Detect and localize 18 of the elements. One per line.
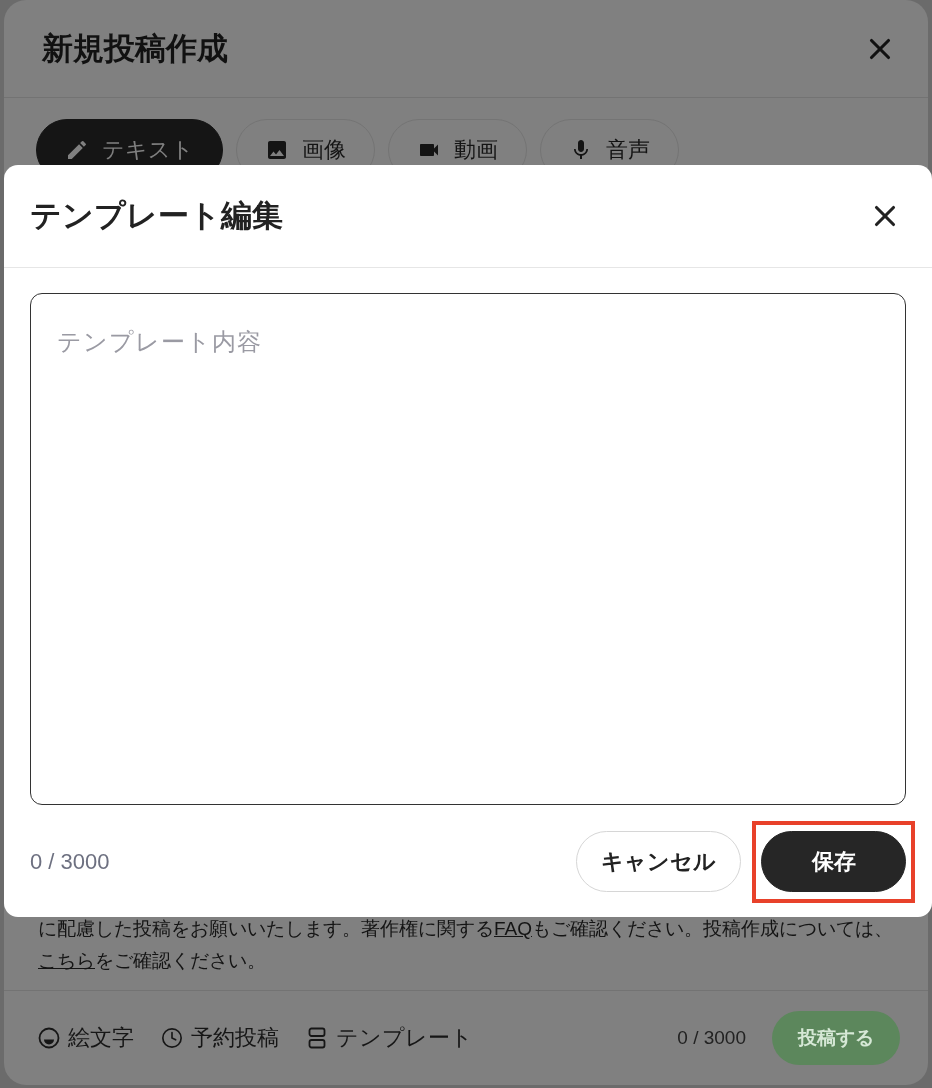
dialog-title: テンプレート編集 <box>30 197 283 235</box>
notice-text: に配慮した投稿をお願いいたします。著作権に関するFAQ もご確認ください。投稿作成については、 こちら をご確認ください。 <box>37 917 894 973</box>
notice-link[interactable]: こちら <box>38 950 95 971</box>
character-counter: 0 / 3000 <box>677 1027 746 1049</box>
emoji-icon <box>38 1027 60 1049</box>
toolbar-button[interactable]: 予約投稿 <box>161 1023 279 1053</box>
image-icon <box>265 138 289 162</box>
pencil-icon <box>65 138 89 162</box>
character-counter: 0 / 3000 <box>30 848 110 875</box>
toolbar-button[interactable]: 絵文字 <box>38 1023 134 1053</box>
save-button[interactable]: 保存 <box>761 831 906 892</box>
clock-icon <box>161 1027 183 1049</box>
toolbar-button[interactable]: テンプレート <box>306 1023 473 1053</box>
notice-link[interactable]: FAQ <box>494 918 532 939</box>
template-content-field[interactable]: テンプレート内容 <box>30 293 906 805</box>
rows-icon <box>306 1027 328 1049</box>
dialog-title: 新規投稿作成 <box>42 29 228 68</box>
cancel-button[interactable]: キャンセル <box>576 831 741 892</box>
